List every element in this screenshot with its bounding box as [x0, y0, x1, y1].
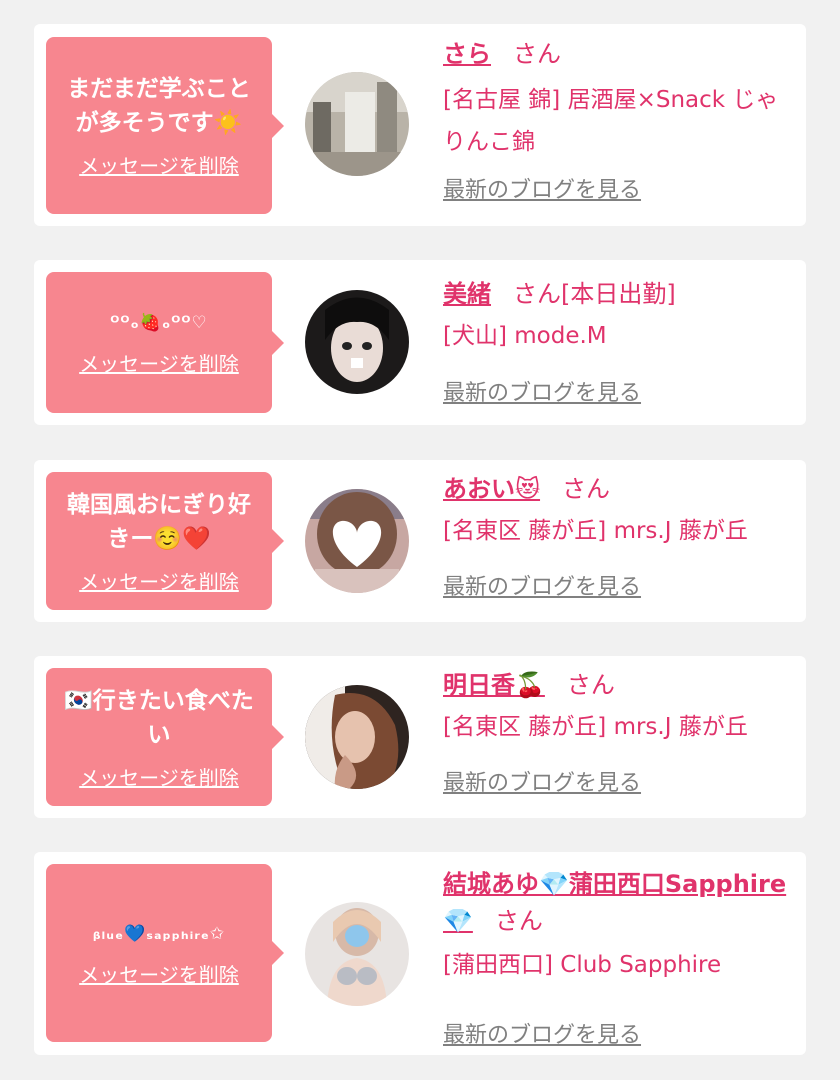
latest-blog-link[interactable]: 最新のブログを見る: [443, 379, 641, 409]
avatar[interactable]: [305, 489, 409, 593]
avatar[interactable]: [305, 72, 409, 176]
message-card: ᴼᴼₒ🍓ₒᴼᴼ♡ メッセージを削除 美緒 さん[本日出勤] [犬山] mode.M…: [34, 260, 806, 425]
shop-name: [蒲田西口] Club Sapphire: [443, 952, 722, 978]
cast-name-link[interactable]: あおい😻: [443, 475, 540, 503]
shop-name: [名古屋 錦] 居酒屋×Snack じゃりんこ錦: [443, 87, 779, 155]
name-line: さら さん: [443, 36, 798, 73]
latest-blog-link[interactable]: 最新のブログを見る: [443, 573, 641, 603]
avatar[interactable]: [305, 290, 409, 394]
message-bubble: 🇰🇷行きたい食べたい メッセージを削除: [46, 668, 284, 806]
message-list: まだまだ学ぶことが多そうです☀️ メッセージを削除 さら さん [名古屋 錦] 居…: [0, 0, 840, 1080]
shop-name: [犬山] mode.M: [443, 323, 607, 349]
delete-message-link[interactable]: メッセージを削除: [79, 566, 239, 595]
shop-name: [名東区 藤が丘] mrs.J 藤が丘: [443, 518, 748, 544]
name-line: あおい😻 さん: [443, 471, 798, 508]
honorific: さん: [562, 475, 611, 503]
name-suffix: [本日出勤]: [561, 280, 676, 308]
message-text: 韓国風おにぎり好きー☺️❤️: [67, 491, 251, 552]
honorific: さん: [494, 907, 543, 935]
latest-blog-link[interactable]: 最新のブログを見る: [443, 176, 641, 206]
delete-message-link[interactable]: メッセージを削除: [79, 150, 239, 179]
card-info: あおい😻 さん [名東区 藤が丘] mrs.J 藤が丘 最新のブログを見る: [443, 471, 798, 600]
card-info: 美緒 さん[本日出勤] [犬山] mode.M 最新のブログを見る: [443, 276, 798, 406]
honorific: さん: [566, 671, 615, 699]
message-text: まだまだ学ぶことが多そうです☀️: [67, 76, 251, 136]
message-bubble: ᵦₗᵤₑ💙ₛₐₚₚₕᵢᵣₑ✩ メッセージを削除: [46, 864, 284, 1042]
shop-name: [名東区 藤が丘] mrs.J 藤が丘: [443, 714, 748, 740]
avatar-photo: [305, 489, 409, 593]
avatar-photo: [305, 685, 409, 789]
cast-name-link[interactable]: 美緒: [443, 280, 491, 308]
message-card: 🇰🇷行きたい食べたい メッセージを削除 明日香🍒 さん [名東区 藤が丘] mrs…: [34, 656, 806, 818]
message-card: 韓国風おにぎり好きー☺️❤️ メッセージを削除 あおい😻 さん [名東区 藤が丘]…: [34, 460, 806, 622]
delete-message-link[interactable]: メッセージを削除: [79, 762, 239, 791]
card-info: 明日香🍒 さん [名東区 藤が丘] mrs.J 藤が丘 最新のブログを見る: [443, 667, 798, 796]
latest-blog-link[interactable]: 最新のブログを見る: [443, 1021, 641, 1051]
message-bubble: まだまだ学ぶことが多そうです☀️ メッセージを削除: [46, 37, 284, 214]
card-info: 結城あゆ💎蒲田西口Sapphire💎 さん [蒲田西口] Club Sapphir…: [443, 866, 798, 1048]
avatar[interactable]: [305, 685, 409, 789]
honorific: さん: [513, 280, 561, 308]
latest-blog-link[interactable]: 最新のブログを見る: [443, 769, 641, 799]
cast-name-link[interactable]: さら: [443, 40, 491, 68]
delete-message-link[interactable]: メッセージを削除: [79, 348, 239, 377]
avatar-photo: [305, 290, 409, 394]
name-line: 明日香🍒 さん: [443, 667, 798, 704]
message-bubble: 韓国風おにぎり好きー☺️❤️ メッセージを削除: [46, 472, 284, 610]
message-text: ᴼᴼₒ🍓ₒᴼᴼ♡: [110, 313, 208, 333]
delete-message-link[interactable]: メッセージを削除: [79, 959, 239, 988]
message-text: 🇰🇷行きたい食べたい: [64, 687, 254, 748]
cast-name-link[interactable]: 明日香🍒: [443, 671, 545, 699]
avatar-photo: [305, 72, 409, 176]
card-info: さら さん [名古屋 錦] 居酒屋×Snack じゃりんこ錦 最新のブログを見る: [443, 36, 798, 203]
message-card: まだまだ学ぶことが多そうです☀️ メッセージを削除 さら さん [名古屋 錦] 居…: [34, 24, 806, 226]
avatar[interactable]: [305, 902, 409, 1006]
message-bubble: ᴼᴼₒ🍓ₒᴼᴼ♡ メッセージを削除: [46, 272, 284, 413]
name-line: 結城あゆ💎蒲田西口Sapphire💎 さん: [443, 866, 798, 940]
avatar-photo: [305, 902, 409, 1006]
message-card: ᵦₗᵤₑ💙ₛₐₚₚₕᵢᵣₑ✩ メッセージを削除 結城あゆ💎蒲田西口Sapphir…: [34, 852, 806, 1055]
honorific: さん: [513, 40, 561, 68]
message-text: ᵦₗᵤₑ💙ₛₐₚₚₕᵢᵣₑ✩: [92, 923, 226, 944]
name-line: 美緒 さん[本日出勤]: [443, 276, 798, 313]
